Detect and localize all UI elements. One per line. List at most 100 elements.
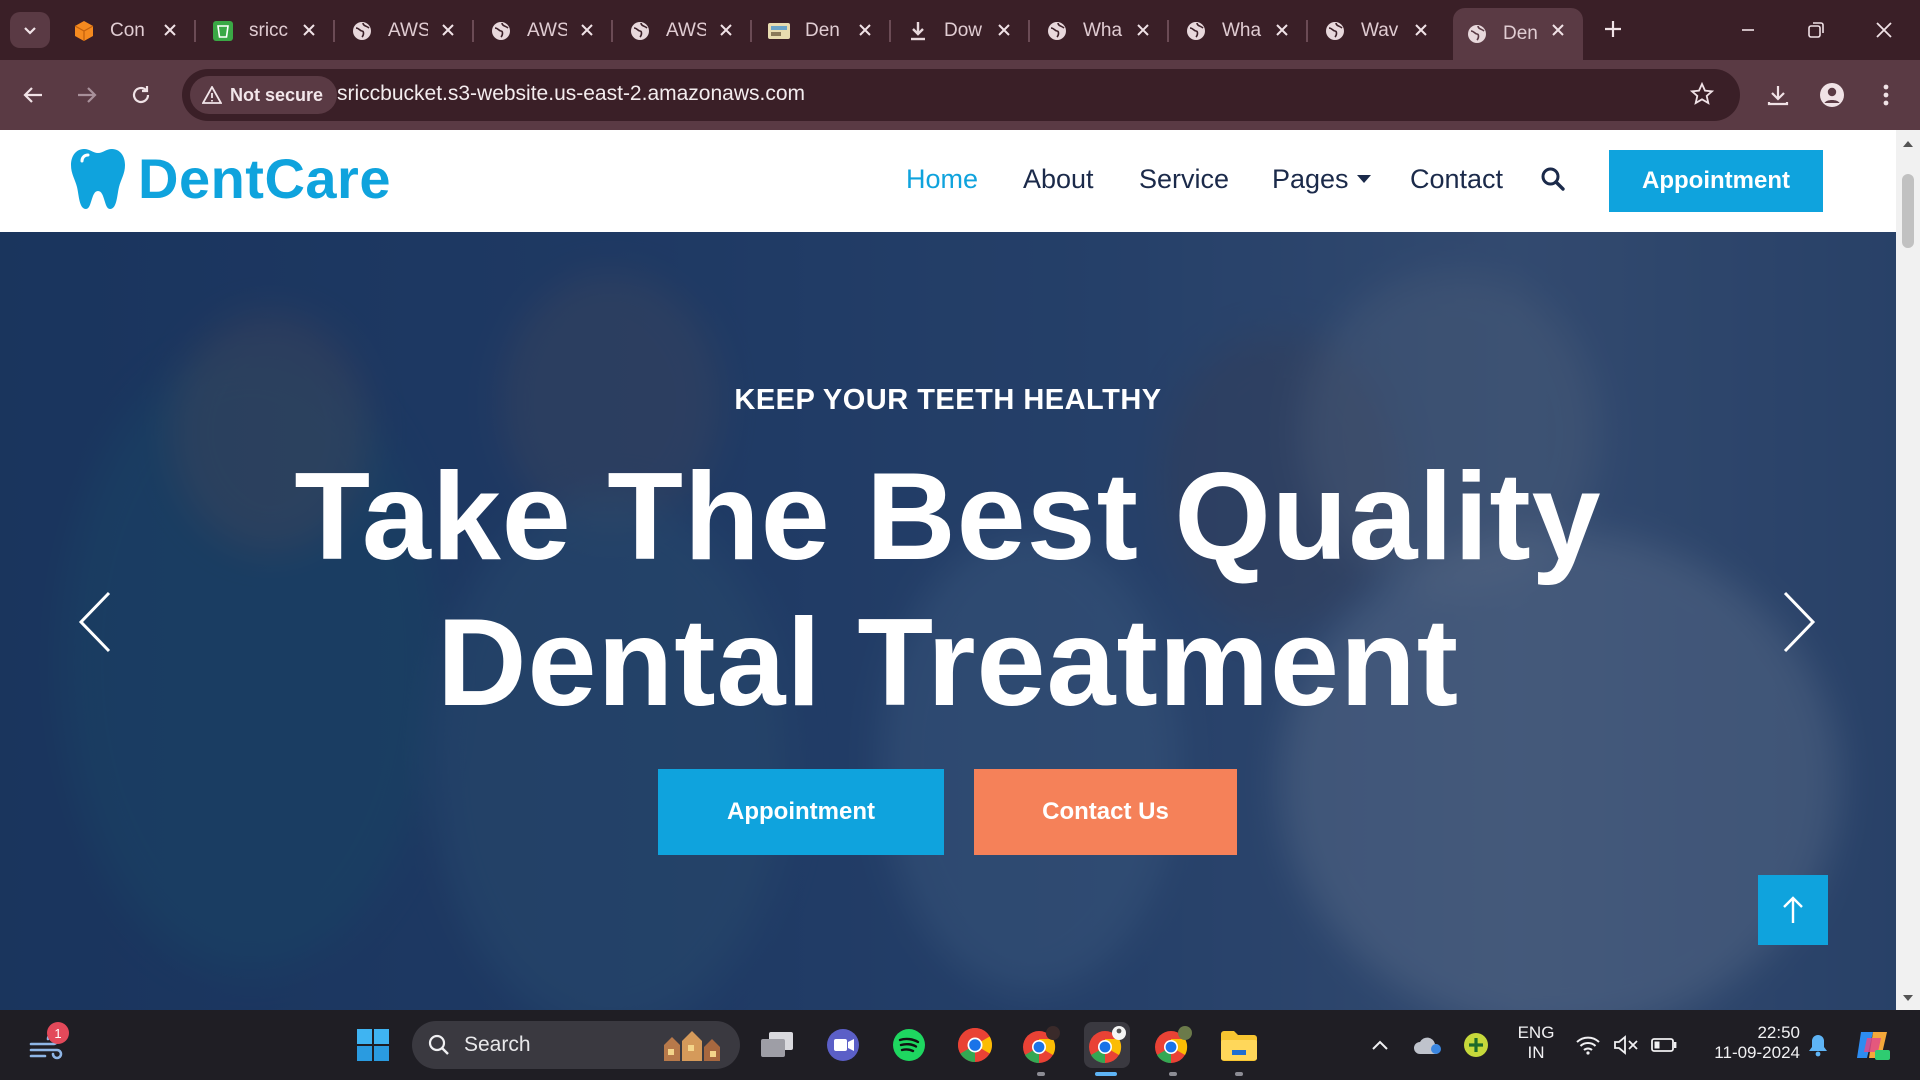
copilot-button[interactable] xyxy=(1850,1022,1896,1068)
close-icon[interactable] xyxy=(1271,19,1293,41)
tab-separator xyxy=(1306,20,1308,42)
close-window-button[interactable] xyxy=(1860,12,1908,48)
browser-tab[interactable]: AWS xyxy=(616,8,752,54)
taskbar-chrome[interactable] xyxy=(952,1022,998,1068)
taskbar-meet-app[interactable] xyxy=(820,1022,866,1068)
image-icon xyxy=(767,19,791,43)
clock[interactable]: 22:50 11-09-2024 xyxy=(1690,1023,1800,1063)
windows-logo-icon xyxy=(357,1029,389,1061)
nav-about[interactable]: About xyxy=(1023,164,1094,195)
tab-title: Den xyxy=(805,20,840,41)
reload-button[interactable] xyxy=(122,76,160,114)
nav-pages[interactable]: Pages xyxy=(1272,164,1371,195)
scroll-up-arrow-icon[interactable] xyxy=(1902,138,1914,150)
search-icon[interactable] xyxy=(1540,166,1566,196)
browser-tab[interactable]: sricc xyxy=(199,8,335,54)
close-icon[interactable] xyxy=(1132,19,1154,41)
carousel-next-button[interactable] xyxy=(1774,587,1824,657)
search-icon xyxy=(428,1034,449,1055)
start-button[interactable] xyxy=(350,1022,396,1068)
battery-tray[interactable] xyxy=(1646,1022,1682,1068)
close-icon[interactable] xyxy=(993,19,1015,41)
task-view-icon xyxy=(761,1032,793,1057)
task-view-button[interactable] xyxy=(754,1022,800,1068)
volume-tray[interactable] xyxy=(1608,1022,1644,1068)
notifications-button[interactable] xyxy=(1800,1022,1836,1068)
nav-pages-label: Pages xyxy=(1272,164,1349,194)
taskbar-search-placeholder: Search xyxy=(464,1033,531,1056)
nav-contact[interactable]: Contact xyxy=(1410,164,1503,195)
close-icon[interactable] xyxy=(576,19,598,41)
wifi-icon xyxy=(1576,1036,1600,1055)
scroll-thumb[interactable] xyxy=(1902,174,1914,248)
scroll-down-arrow-icon[interactable] xyxy=(1902,992,1914,1004)
browser-tab[interactable]: AWS xyxy=(338,8,474,54)
folder-icon xyxy=(1221,1031,1257,1061)
carousel-prev-button[interactable] xyxy=(70,587,120,657)
arrow-up-icon xyxy=(1783,896,1803,923)
browser-tab[interactable]: Dow xyxy=(894,8,1030,54)
browser-tab[interactable]: Wha xyxy=(1033,8,1169,54)
restore-button[interactable] xyxy=(1792,12,1840,48)
taskbar-chrome-profile[interactable] xyxy=(1018,1022,1064,1068)
taskbar-search[interactable]: Search xyxy=(412,1021,740,1069)
browser-tab[interactable]: Con xyxy=(60,8,196,54)
globe-icon xyxy=(350,19,374,43)
security-chip[interactable]: Not secure xyxy=(190,76,338,114)
browser-tab[interactable]: AWS xyxy=(477,8,613,54)
onedrive-tray[interactable] xyxy=(1408,1022,1448,1068)
arrow-left-icon xyxy=(23,87,42,103)
tab-search-button[interactable] xyxy=(10,12,50,48)
tab-separator xyxy=(333,20,335,42)
taskbar-chrome-active[interactable] xyxy=(1084,1022,1130,1068)
nav-appointment-button[interactable]: Appointment xyxy=(1609,150,1823,212)
chevron-left-icon xyxy=(78,591,111,653)
taskbar-chrome-profile[interactable] xyxy=(1150,1022,1196,1068)
profile-button[interactable] xyxy=(1814,77,1850,113)
close-icon[interactable] xyxy=(437,19,459,41)
app-tray-icon[interactable] xyxy=(1456,1022,1496,1068)
site-logo[interactable]: DentCare xyxy=(70,146,391,211)
hero-contact-button[interactable]: Contact Us xyxy=(974,769,1237,855)
clock-time: 22:50 xyxy=(1757,1023,1800,1042)
forward-button[interactable] xyxy=(68,76,106,114)
tab-title: Dow xyxy=(944,20,983,41)
tooth-icon xyxy=(71,148,125,209)
minimize-button[interactable] xyxy=(1724,12,1772,48)
tab-title: sricc xyxy=(249,20,289,41)
close-icon[interactable] xyxy=(1410,19,1432,41)
browser-menu-button[interactable] xyxy=(1868,77,1904,113)
hero-title: Take The Best Quality Dental Treatment xyxy=(0,444,1896,736)
close-icon[interactable] xyxy=(159,19,181,41)
show-hidden-icons-button[interactable] xyxy=(1360,1022,1400,1068)
taskbar-spotify[interactable] xyxy=(886,1022,932,1068)
close-icon[interactable] xyxy=(715,19,737,41)
taskbar-file-explorer[interactable] xyxy=(1216,1022,1262,1068)
tab-separator xyxy=(611,20,613,42)
bookmark-star-icon[interactable] xyxy=(1689,81,1715,110)
nav-home[interactable]: Home xyxy=(906,164,978,195)
page-scrollbar[interactable] xyxy=(1896,130,1920,1010)
back-button[interactable] xyxy=(14,76,52,114)
language-indicator[interactable]: ENG IN xyxy=(1512,1023,1560,1063)
close-icon[interactable] xyxy=(298,19,320,41)
address-bar[interactable]: Not secure sriccbucket.s3-website.us-eas… xyxy=(182,69,1740,121)
browser-tab-active[interactable]: Den xyxy=(1453,8,1583,60)
browser-tab[interactable]: Wav xyxy=(1311,8,1446,54)
hero-appointment-button[interactable]: Appointment xyxy=(658,769,944,855)
s3-bucket-icon xyxy=(211,19,235,43)
globe-icon xyxy=(1323,19,1347,43)
tab-separator xyxy=(1028,20,1030,42)
back-to-top-button[interactable] xyxy=(1758,875,1828,945)
hero-title-line1: Take The Best Quality xyxy=(294,448,1602,586)
new-tab-button[interactable] xyxy=(1598,14,1628,44)
globe-icon xyxy=(489,19,513,43)
close-icon[interactable] xyxy=(854,19,876,41)
nav-service[interactable]: Service xyxy=(1139,164,1229,195)
url-text[interactable]: sriccbucket.s3-website.us-east-2.amazona… xyxy=(337,82,805,106)
close-icon[interactable] xyxy=(1547,19,1569,41)
wifi-tray[interactable] xyxy=(1570,1022,1606,1068)
browser-tab[interactable]: Wha xyxy=(1172,8,1308,54)
browser-tab[interactable]: Den xyxy=(755,8,891,54)
downloads-button[interactable] xyxy=(1760,77,1796,113)
